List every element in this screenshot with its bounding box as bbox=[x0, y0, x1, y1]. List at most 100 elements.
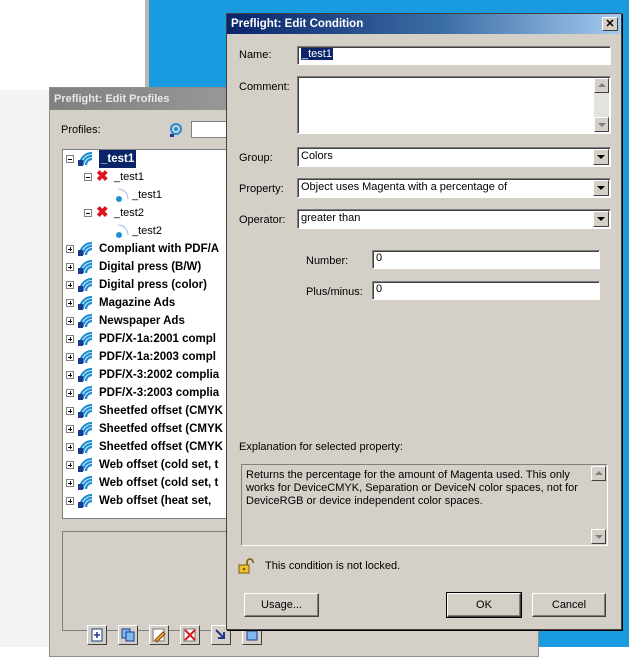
tree-item[interactable]: _test1 bbox=[63, 186, 227, 204]
tree-expander[interactable] bbox=[66, 263, 74, 271]
tree-expander[interactable] bbox=[66, 461, 74, 469]
tree-item[interactable]: Web offset (cold set, t bbox=[63, 474, 227, 492]
tree-expander[interactable] bbox=[66, 497, 74, 505]
tree-item[interactable]: Compliant with PDF/A bbox=[63, 240, 227, 258]
new-profile-button[interactable] bbox=[87, 625, 107, 645]
operator-dropdown[interactable]: greater than bbox=[297, 209, 611, 229]
tree-item[interactable]: Sheetfed offset (CMYK bbox=[63, 402, 227, 420]
profile-description-box bbox=[62, 531, 228, 631]
ok-button[interactable]: OK bbox=[446, 592, 522, 618]
property-dropdown-arrow[interactable] bbox=[593, 180, 609, 196]
edit-profile-button[interactable] bbox=[149, 625, 169, 645]
tree-item[interactable]: Sheetfed offset (CMYK bbox=[63, 420, 227, 438]
tree-item[interactable]: Magazine Ads bbox=[63, 294, 227, 312]
duplicate-profile-button[interactable] bbox=[118, 625, 138, 645]
tree-expander[interactable] bbox=[66, 479, 74, 487]
tree-item-label: Web offset (cold set, t bbox=[99, 477, 219, 489]
profile-search-icon[interactable] bbox=[168, 122, 184, 138]
group-dropdown-arrow[interactable] bbox=[593, 149, 609, 165]
comment-scroll-up[interactable] bbox=[594, 78, 609, 93]
explanation-scroll-down[interactable] bbox=[591, 529, 606, 544]
tree-expander[interactable] bbox=[66, 299, 74, 307]
comment-scroll-down[interactable] bbox=[594, 117, 609, 132]
explanation-scrollbar[interactable] bbox=[591, 466, 606, 544]
tree-expander[interactable] bbox=[66, 443, 74, 451]
property-dropdown[interactable]: Object uses Magenta with a percentage of bbox=[297, 178, 611, 198]
property-dropdown-value: Object uses Magenta with a percentage of bbox=[301, 181, 508, 193]
tree-item[interactable]: PDF/X-1a:2001 compl bbox=[63, 330, 227, 348]
condition-icon bbox=[114, 187, 130, 203]
tree-item[interactable]: ✖ _test1 bbox=[63, 168, 227, 186]
tree-item-label: Digital press (color) bbox=[99, 279, 207, 291]
background-window bbox=[0, 0, 145, 90]
explanation-text: Returns the percentage for the amount of… bbox=[246, 469, 578, 507]
name-field-value: _test1 bbox=[301, 48, 333, 60]
plusminus-field-value: 0 bbox=[376, 283, 383, 295]
profiles-label: Profiles: bbox=[61, 124, 101, 136]
explanation-scroll-up[interactable] bbox=[591, 466, 606, 481]
tree-expander[interactable] bbox=[66, 389, 74, 397]
tree-item-label: Magazine Ads bbox=[99, 297, 176, 309]
profiles-tree[interactable]: _test1 ✖ _test1 _test1 ✖ _test2 _test2 Complian… bbox=[62, 149, 228, 519]
tree-item[interactable]: Newspaper Ads bbox=[63, 312, 227, 330]
plusminus-field[interactable]: 0 bbox=[372, 281, 600, 300]
tree-item-label: _test1 bbox=[99, 150, 137, 168]
profile-search-input[interactable] bbox=[191, 121, 231, 138]
lock-status-text: This condition is not locked. bbox=[265, 560, 401, 572]
group-label: Group: bbox=[239, 152, 273, 164]
preflight-profile-icon bbox=[78, 295, 94, 311]
tree-item-label: PDF/X-3:2002 complia bbox=[99, 369, 220, 381]
tree-item-label: Web offset (cold set, t bbox=[99, 459, 219, 471]
name-field[interactable]: _test1 bbox=[297, 46, 611, 65]
edit-condition-dialog: Preflight: Edit Condition ✕ Name: _test1… bbox=[226, 13, 622, 630]
tree-item[interactable]: _test1 bbox=[63, 150, 227, 168]
unlocked-padlock-icon[interactable] bbox=[238, 558, 254, 574]
comment-field[interactable] bbox=[297, 76, 611, 134]
tree-expander[interactable] bbox=[66, 353, 74, 361]
plusminus-label: Plus/minus: bbox=[306, 286, 363, 298]
preflight-profile-icon bbox=[78, 241, 94, 257]
operator-dropdown-arrow[interactable] bbox=[593, 211, 609, 227]
preflight-profile-icon bbox=[78, 367, 94, 383]
explanation-box: Returns the percentage for the amount of… bbox=[241, 464, 608, 546]
preflight-profile-icon bbox=[78, 385, 94, 401]
delete-profile-button[interactable] bbox=[180, 625, 200, 645]
tree-expander[interactable] bbox=[84, 209, 92, 217]
tree-expander[interactable] bbox=[66, 335, 74, 343]
tree-expander[interactable] bbox=[66, 371, 74, 379]
tree-item[interactable]: _test2 bbox=[63, 222, 227, 240]
tree-item[interactable]: Digital press (B/W) bbox=[63, 258, 227, 276]
tree-item[interactable]: PDF/X-3:2002 complia bbox=[63, 366, 227, 384]
tree-expander[interactable] bbox=[66, 317, 74, 325]
tree-expander[interactable] bbox=[66, 155, 74, 163]
cancel-button[interactable]: Cancel bbox=[532, 593, 606, 617]
edit-condition-titlebar[interactable]: Preflight: Edit Condition bbox=[227, 14, 621, 34]
preflight-profile-icon bbox=[78, 349, 94, 365]
tree-item[interactable]: Digital press (color) bbox=[63, 276, 227, 294]
explanation-label: Explanation for selected property: bbox=[239, 441, 403, 453]
tree-expander[interactable] bbox=[66, 245, 74, 253]
tree-item[interactable]: Web offset (cold set, t bbox=[63, 456, 227, 474]
tree-expander[interactable] bbox=[66, 425, 74, 433]
tree-item[interactable]: Sheetfed offset (CMYK bbox=[63, 438, 227, 456]
tree-expander[interactable] bbox=[84, 173, 92, 181]
tree-expander[interactable] bbox=[66, 281, 74, 289]
tree-expander[interactable] bbox=[66, 407, 74, 415]
tree-item[interactable]: PDF/X-3:2003 complia bbox=[63, 384, 227, 402]
number-field[interactable]: 0 bbox=[372, 250, 600, 269]
comment-scrollbar[interactable] bbox=[594, 78, 609, 132]
tree-item-label: PDF/X-1a:2003 compl bbox=[99, 351, 216, 363]
group-dropdown[interactable]: Colors bbox=[297, 147, 611, 167]
usage-button[interactable]: Usage... bbox=[244, 593, 319, 617]
close-button[interactable]: ✕ bbox=[602, 17, 618, 31]
tree-item[interactable]: ✖ _test2 bbox=[63, 204, 227, 222]
preflight-profile-icon bbox=[78, 313, 94, 329]
preflight-profile-icon bbox=[78, 151, 94, 167]
tree-item[interactable]: PDF/X-1a:2003 compl bbox=[63, 348, 227, 366]
tree-item-label: Digital press (B/W) bbox=[99, 261, 202, 273]
error-x-icon: ✖ bbox=[96, 204, 109, 221]
tree-item[interactable]: Web offset (heat set, bbox=[63, 492, 227, 510]
property-label: Property: bbox=[239, 183, 284, 195]
preflight-profile-icon bbox=[78, 259, 94, 275]
tree-item-label: _test2 bbox=[114, 207, 144, 219]
